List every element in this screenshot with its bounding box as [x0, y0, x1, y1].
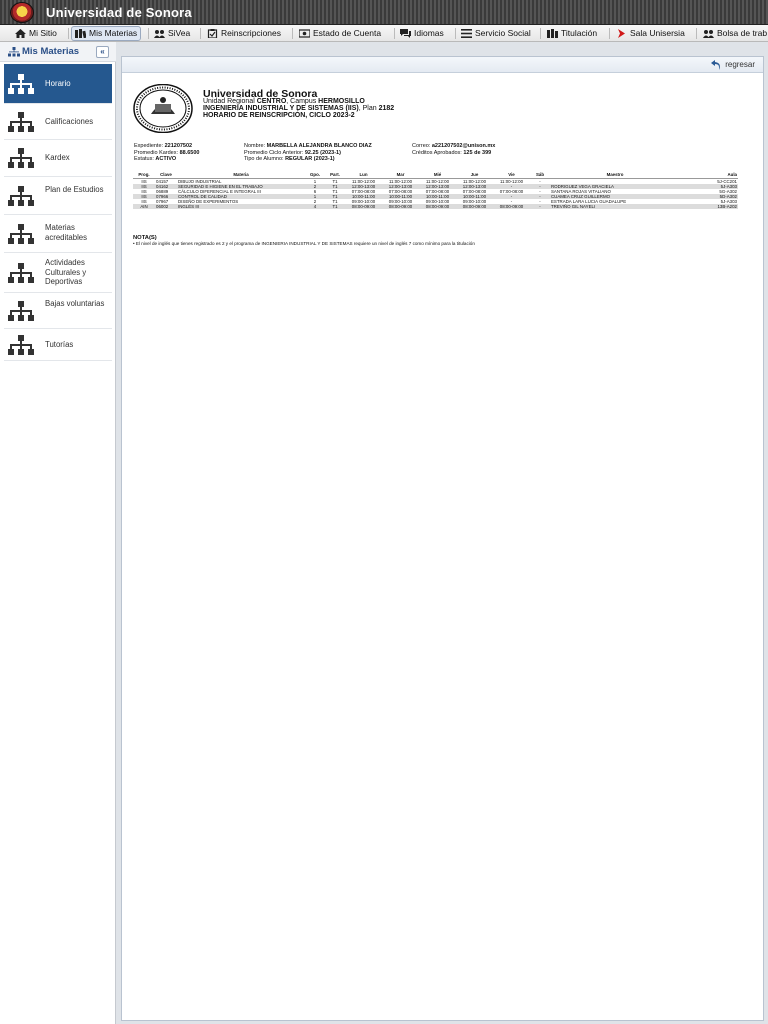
window-title: Universidad de Sonora	[46, 5, 192, 20]
schedule-table: Prog. Clave Materia Gpo. Part. Lun Mar M…	[133, 172, 738, 210]
menu-separator	[455, 28, 456, 39]
schedule-body: IIS 04157 DIBUJO INDUSTRIAL 1 T1 11:00-12:00 1…	[133, 178, 738, 210]
menu-item-mis-materias[interactable]: Mis Materias	[71, 26, 142, 41]
table-cell: 4	[305, 204, 325, 210]
sidebar: Mis Materias « Horario Calificaciones Ka…	[0, 42, 116, 1024]
collapse-sidebar-button[interactable]: «	[96, 46, 109, 58]
table-cell: 08:00-09:00	[493, 204, 530, 210]
menu-separator	[148, 28, 149, 39]
menu-item-sivea[interactable]: SiVea	[151, 26, 193, 41]
menu-item-reinscripciones[interactable]: Reinscripciones	[204, 26, 284, 41]
university-logo-icon	[10, 2, 34, 23]
sitemap-icon	[8, 186, 34, 206]
back-button[interactable]: regresar	[711, 59, 755, 70]
menu-separator	[609, 28, 610, 39]
sitemap-icon	[8, 335, 34, 355]
sitemap-icon	[8, 224, 34, 244]
menu-item-servicio-social[interactable]: Servicio Social	[458, 26, 534, 41]
sidebar-title: Mis Materias	[22, 46, 80, 57]
table-cell: AIN	[133, 204, 155, 210]
menu-separator	[292, 28, 293, 39]
main-menu: Mi Sitio Mis Materias SiVea Reinscripcio…	[0, 25, 768, 42]
main-panel: regresar Universidad de Sonora Unidad Re…	[121, 56, 764, 1021]
table-cell: 08:00-09:00	[419, 204, 456, 210]
sidebar-item-kardex[interactable]: Kardex	[4, 140, 112, 177]
chat-icon	[400, 29, 411, 38]
books-icon	[75, 29, 86, 38]
menu-item-titulacion[interactable]: Titulación	[544, 26, 600, 41]
university-seal-icon	[133, 84, 193, 133]
menu-separator	[696, 28, 697, 39]
money-icon	[299, 29, 310, 38]
nota-text: • El nivel de inglés que tienes registra…	[133, 241, 475, 246]
arrow-icon	[618, 29, 625, 38]
menu-separator	[68, 28, 69, 39]
sidebar-item-calificaciones[interactable]: Calificaciones	[4, 104, 112, 140]
table-cell: 06002	[155, 204, 177, 210]
sidebar-item-plan-de-estudios[interactable]: Plan de Estudios	[4, 177, 112, 215]
books-icon	[547, 29, 558, 38]
sidebar-item-actividades-culturales[interactable]: Actividades Culturales y Deportivas	[4, 253, 112, 293]
sidebar-item-horario[interactable]: Horario	[4, 64, 112, 104]
table-cell: 08:00-09:00	[456, 204, 493, 210]
undo-arrow-icon	[711, 59, 721, 70]
menu-separator	[200, 28, 201, 39]
sidebar-header: Mis Materias «	[0, 42, 116, 62]
menu-item-mi-sitio[interactable]: Mi Sitio	[12, 26, 60, 41]
sitemap-icon	[8, 148, 34, 168]
title-bar: Universidad de Sonora	[0, 0, 768, 25]
users-icon	[154, 30, 165, 38]
table-cell: 13B-A202	[680, 204, 738, 210]
table-row: AIN 06002 INGLÉS III 4 T1 08:00-09:00 08:00-09…	[133, 204, 738, 210]
home-icon	[15, 29, 26, 38]
table-cell: INGLÉS III	[177, 204, 305, 210]
sidebar-item-bajas-voluntarias[interactable]: Bajas voluntarias	[4, 293, 112, 329]
menu-item-sala-unisersia[interactable]: Sala Unisersia	[613, 26, 688, 41]
menu-separator	[540, 28, 541, 39]
student-info-col1: Expediente: 221207502 Promedio Kardex: 8…	[134, 143, 200, 162]
sitemap-icon	[8, 263, 34, 283]
clipboard-icon	[207, 29, 218, 38]
table-cell: 08:00-09:00	[345, 204, 382, 210]
table-cell: 08:00-09:00	[382, 204, 419, 210]
main-toolbar: regresar	[122, 57, 763, 73]
table-cell: -	[530, 204, 550, 210]
menu-item-estado-de-cuenta[interactable]: Estado de Cuenta	[296, 26, 384, 41]
sitemap-icon	[8, 74, 34, 94]
student-info-col3: Correo: a221207502@unison.mx Créditos Ap…	[412, 143, 496, 156]
sidebar-item-materias-acreditables[interactable]: Materias acreditables	[4, 215, 112, 253]
sitemap-icon	[8, 47, 20, 57]
student-info-col2: Nombre: MARBELLA ALEJANDRA BLANCO DIAZ P…	[244, 143, 372, 162]
table-cell: TREVIÑO GIL NAYELI	[550, 204, 680, 210]
table-cell: T1	[325, 204, 345, 210]
list-icon	[461, 29, 472, 38]
menu-item-bolsa-de-trabajo[interactable]: Bolsa de trab	[700, 26, 768, 41]
users-icon	[703, 30, 714, 38]
sitemap-icon	[8, 301, 34, 321]
menu-item-idiomas[interactable]: Idiomas	[397, 26, 447, 41]
sitemap-icon	[8, 112, 34, 132]
sidebar-item-tutorias[interactable]: Tutorías	[4, 329, 112, 361]
menu-separator	[394, 28, 395, 39]
schedule-title: HORARIO DE REINSCRIPCIÓN, CICLO 2023-2	[203, 112, 355, 119]
